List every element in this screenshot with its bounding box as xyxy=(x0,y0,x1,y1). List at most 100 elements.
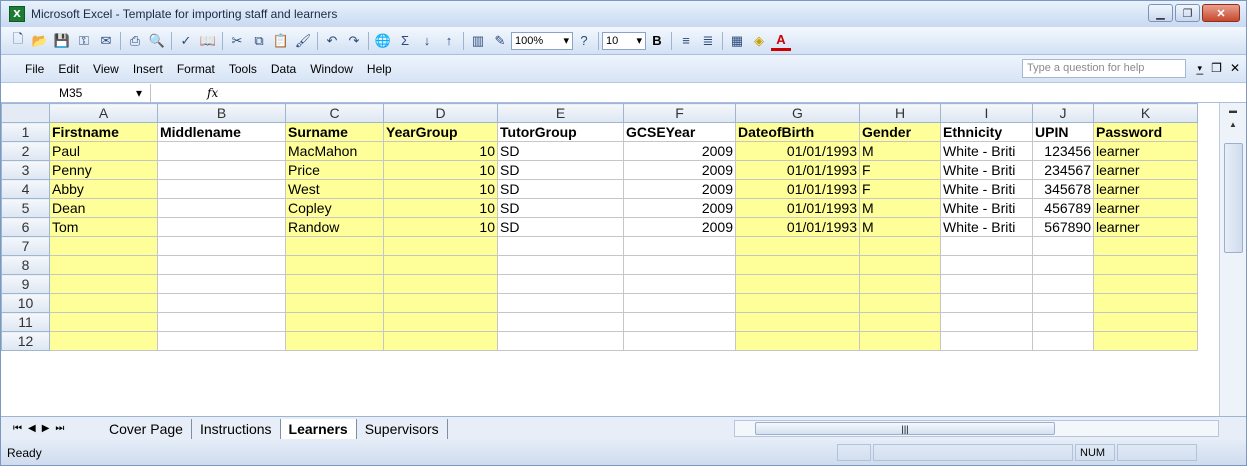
tab-supervisors[interactable]: Supervisors xyxy=(357,418,448,439)
menu-window[interactable]: Window xyxy=(310,62,353,76)
column-header[interactable]: F xyxy=(623,103,736,123)
cell[interactable] xyxy=(735,236,860,256)
cell[interactable] xyxy=(285,312,384,332)
cell[interactable] xyxy=(49,236,158,256)
split-box-icon[interactable]: ▬ xyxy=(1220,103,1246,117)
column-header[interactable]: J xyxy=(1032,103,1094,123)
cell[interactable]: 2009 xyxy=(623,198,736,218)
cell[interactable] xyxy=(1032,274,1094,294)
cell[interactable]: 10 xyxy=(383,141,498,161)
cell[interactable] xyxy=(383,331,498,351)
cell[interactable]: 01/01/1993 xyxy=(735,179,860,199)
cell[interactable]: White - Briti xyxy=(940,217,1033,237)
cell[interactable]: 2009 xyxy=(623,217,736,237)
cell[interactable]: M xyxy=(859,198,941,218)
minimize-button[interactable]: ▁ xyxy=(1148,4,1173,22)
cell[interactable] xyxy=(623,236,736,256)
cell[interactable] xyxy=(383,236,498,256)
cell[interactable] xyxy=(859,331,941,351)
cell[interactable]: 01/01/1993 xyxy=(735,141,860,161)
cell[interactable] xyxy=(1032,312,1094,332)
cell[interactable] xyxy=(497,293,624,313)
cell[interactable]: learner xyxy=(1093,198,1198,218)
row-header[interactable]: 7 xyxy=(1,236,50,256)
cell[interactable] xyxy=(157,236,286,256)
cell[interactable] xyxy=(859,312,941,332)
cell[interactable] xyxy=(1093,255,1198,275)
scroll-up-icon[interactable]: ▲ xyxy=(1220,117,1246,131)
cell[interactable] xyxy=(940,312,1033,332)
cell[interactable]: SD xyxy=(497,217,624,237)
font-size-select[interactable]: 10 ▾ xyxy=(602,31,646,50)
undo-icon[interactable]: ↶ xyxy=(322,31,342,51)
cell[interactable]: TutorGroup xyxy=(497,122,624,142)
cell[interactable] xyxy=(1032,255,1094,275)
redo-icon[interactable]: ↷ xyxy=(344,31,364,51)
cell[interactable]: Penny xyxy=(49,160,158,180)
cell[interactable]: West xyxy=(285,179,384,199)
cell[interactable]: 01/01/1993 xyxy=(735,198,860,218)
cell[interactable]: Dean xyxy=(49,198,158,218)
cell[interactable] xyxy=(735,255,860,275)
email-icon[interactable]: ✉ xyxy=(96,31,116,51)
restore-button[interactable]: ❐ xyxy=(1175,4,1200,22)
cell[interactable] xyxy=(623,293,736,313)
cell[interactable] xyxy=(940,331,1033,351)
cell[interactable]: Paul xyxy=(49,141,158,161)
cell[interactable]: Ethnicity xyxy=(940,122,1033,142)
align-center-icon[interactable]: ≡ xyxy=(676,31,696,51)
autosum-icon[interactable]: Σ xyxy=(395,31,415,51)
cell[interactable] xyxy=(940,255,1033,275)
fill-color-icon[interactable]: ◈ xyxy=(749,31,769,51)
cell[interactable]: 10 xyxy=(383,217,498,237)
cell[interactable]: M xyxy=(859,217,941,237)
new-icon[interactable]: 🗋 xyxy=(8,31,28,51)
cell[interactable] xyxy=(497,255,624,275)
cell[interactable]: 456789 xyxy=(1032,198,1094,218)
save-icon[interactable]: 💾 xyxy=(52,31,72,51)
cell[interactable] xyxy=(157,293,286,313)
prev-sheet-icon[interactable]: ◀ xyxy=(28,423,36,434)
cell[interactable]: 234567 xyxy=(1032,160,1094,180)
close-button[interactable]: ✕ xyxy=(1202,4,1240,22)
row-header[interactable]: 9 xyxy=(1,274,50,294)
format-painter-icon[interactable]: 🖌 xyxy=(293,31,313,51)
cell[interactable]: Abby xyxy=(49,179,158,199)
scrollbar-thumb[interactable]: ||| xyxy=(755,422,1055,435)
cell[interactable] xyxy=(1093,274,1198,294)
cell[interactable] xyxy=(859,274,941,294)
column-header[interactable]: C xyxy=(285,103,384,123)
cell[interactable]: SD xyxy=(497,141,624,161)
permission-icon[interactable]: ⚿ xyxy=(74,31,94,51)
cell[interactable] xyxy=(157,331,286,351)
menu-data[interactable]: Data xyxy=(271,62,296,76)
cell[interactable] xyxy=(859,255,941,275)
hyperlink-icon[interactable]: 🌐 xyxy=(373,31,393,51)
cell[interactable]: Gender xyxy=(859,122,941,142)
next-sheet-icon[interactable]: ▶ xyxy=(42,423,50,434)
cell[interactable] xyxy=(735,293,860,313)
doc-minimize-icon[interactable]: _ xyxy=(1196,61,1203,75)
cell[interactable]: 345678 xyxy=(1032,179,1094,199)
cell[interactable] xyxy=(497,274,624,294)
cell[interactable] xyxy=(623,274,736,294)
cell[interactable] xyxy=(1093,293,1198,313)
cell[interactable] xyxy=(940,236,1033,256)
spelling-icon[interactable]: ✓ xyxy=(176,31,196,51)
cell[interactable] xyxy=(623,255,736,275)
row-header[interactable]: 11 xyxy=(1,312,50,332)
print-preview-icon[interactable]: 🔍 xyxy=(147,31,167,51)
cell[interactable] xyxy=(497,312,624,332)
chart-wizard-icon[interactable]: ▥ xyxy=(468,31,488,51)
cell[interactable] xyxy=(383,274,498,294)
cell[interactable] xyxy=(383,312,498,332)
menu-format[interactable]: Format xyxy=(177,62,215,76)
cell[interactable]: Middlename xyxy=(157,122,286,142)
horizontal-scrollbar[interactable]: ||| xyxy=(734,420,1219,437)
cell[interactable]: 2009 xyxy=(623,179,736,199)
sort-ascending-icon[interactable]: ↓ xyxy=(417,31,437,51)
cell[interactable] xyxy=(157,141,286,161)
bold-button[interactable]: B xyxy=(647,31,667,51)
cell[interactable] xyxy=(157,160,286,180)
cell[interactable]: YearGroup xyxy=(383,122,498,142)
